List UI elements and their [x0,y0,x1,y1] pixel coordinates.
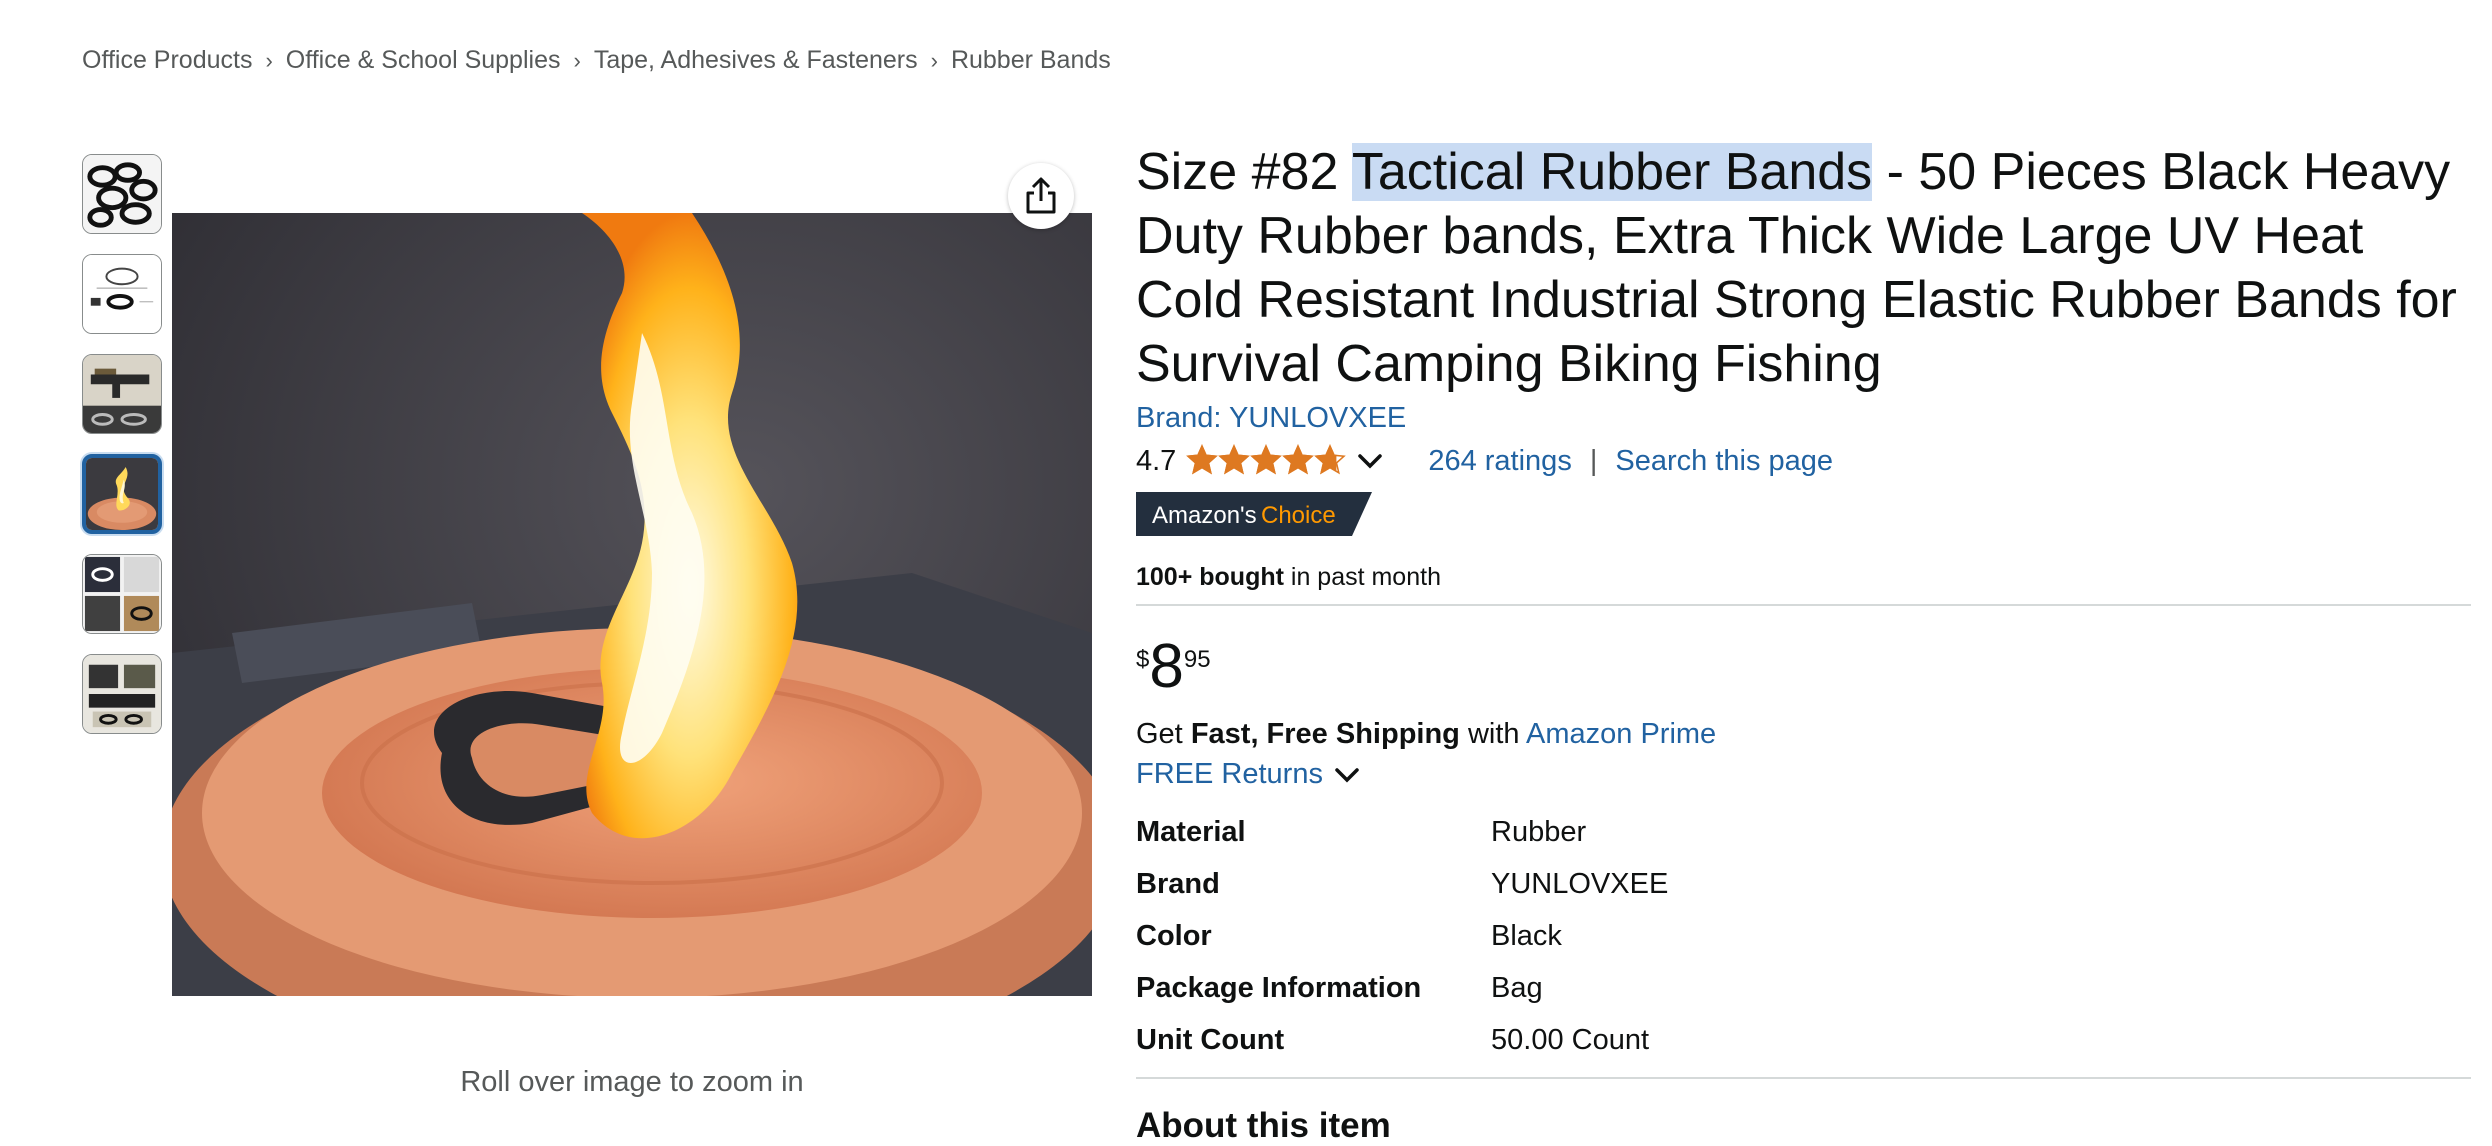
price-symbol: $ [1136,646,1150,673]
chevron-down-icon [1335,767,1359,782]
breadcrumb-office-products[interactable]: Office Products [82,46,252,75]
star-rating[interactable] [1186,444,1384,478]
badge-prefix: Amazon's [1152,502,1257,529]
share-icon [1026,177,1056,214]
shipping-get: Get [1136,718,1191,750]
spec-label-unit-count: Unit Count [1136,1024,1285,1056]
burning-rubber-band-image-icon [172,213,1092,996]
bought-in-past-month: 100+ bought in past month [1136,563,1441,592]
amazons-choice-badge-shape: Amazon's Choice [1136,492,1372,536]
price: $ 8 95 [1136,634,1211,700]
spec-value-color: Black [1491,920,1562,952]
flame-thumbnail-icon [86,458,158,530]
spec-value-package: Bag [1491,972,1543,1004]
brand-link[interactable]: Brand: YUNLOVXEE [1136,402,1406,435]
breadcrumb-office-school-supplies[interactable]: Office & School Supplies [286,46,561,75]
rifle-thumbnail-icon [83,355,161,433]
product-title: Size #82 Tactical Rubber Bands - 50 Piec… [1136,140,2476,396]
amazons-choice-badge[interactable]: Amazon's Choice [1136,492,1372,536]
price-whole: 8 [1149,632,1184,701]
search-this-page-link[interactable]: Search this page [1615,445,1833,478]
shipping-with: with [1459,718,1526,750]
free-returns-label: FREE Returns [1136,758,1323,790]
about-this-item-heading: About this item [1136,1106,1391,1145]
stars-icon [1187,445,1346,474]
spec-label-brand: Brand [1136,868,1220,900]
shipping-info: Get Fast, Free Shipping with Amazon Prim… [1136,718,1716,751]
rating-row: 4.7 264 ratings | Search this page [1136,443,1833,479]
shipping-fast-free: Fast, Free Shipping [1190,718,1460,750]
spec-label-material: Material [1136,816,1246,848]
breadcrumb-rubber-bands[interactable]: Rubber Bands [951,46,1111,75]
thumbnail-4-selected[interactable] [82,454,162,534]
divider [1136,604,2471,606]
breadcrumb: Office Products › Office & School Suppli… [82,46,1111,75]
amazon-prime-link[interactable]: Amazon Prime [1526,718,1716,750]
spec-label-package: Package Information [1136,972,1422,1004]
rating-value: 4.7 [1136,444,1177,477]
thumbnail-1[interactable] [82,154,162,234]
thumbnail-2[interactable] [82,254,162,334]
bought-period: in past month [1283,563,1441,591]
spec-value-brand: YUNLOVXEE [1491,868,1669,900]
spec-label-color: Color [1136,920,1212,952]
breadcrumb-chevron-icon: › [930,47,938,73]
free-returns-link[interactable]: FREE Returns [1136,758,1361,791]
badge-suffix: Choice [1261,502,1336,529]
thumbnail-6[interactable] [82,654,162,734]
separator: | [1589,444,1598,477]
rubber-bands-thumbnail-icon [83,155,161,233]
ratings-count-link[interactable]: 264 ratings [1428,445,1572,478]
thumbnail-5[interactable] [82,554,162,634]
breadcrumb-chevron-icon: › [265,47,273,73]
bought-count: 100+ bought [1136,563,1284,591]
thumbnail-3[interactable] [82,354,162,434]
product-title-start: Size #82 [1136,143,1352,201]
breadcrumb-chevron-icon: › [573,47,581,73]
divider [1136,1077,2471,1079]
main-product-image[interactable] [172,213,1092,996]
spec-value-material: Rubber [1491,816,1587,848]
zoom-hint: Roll over image to zoom in [460,1066,804,1098]
share-button[interactable] [1008,163,1074,229]
price-fraction: 95 [1183,646,1211,673]
uses-collage-thumbnail-icon [83,555,161,633]
breadcrumb-tape-adhesives[interactable]: Tape, Adhesives & Fasteners [594,46,918,75]
spec-value-unit-count: 50.00 Count [1491,1024,1650,1056]
product-title-highlight: Tactical Rubber Bands [1351,143,1873,201]
dimension-diagram-thumbnail-icon [83,255,161,333]
chevron-down-icon [1358,454,1383,469]
gear-collage-thumbnail-icon [83,655,161,733]
